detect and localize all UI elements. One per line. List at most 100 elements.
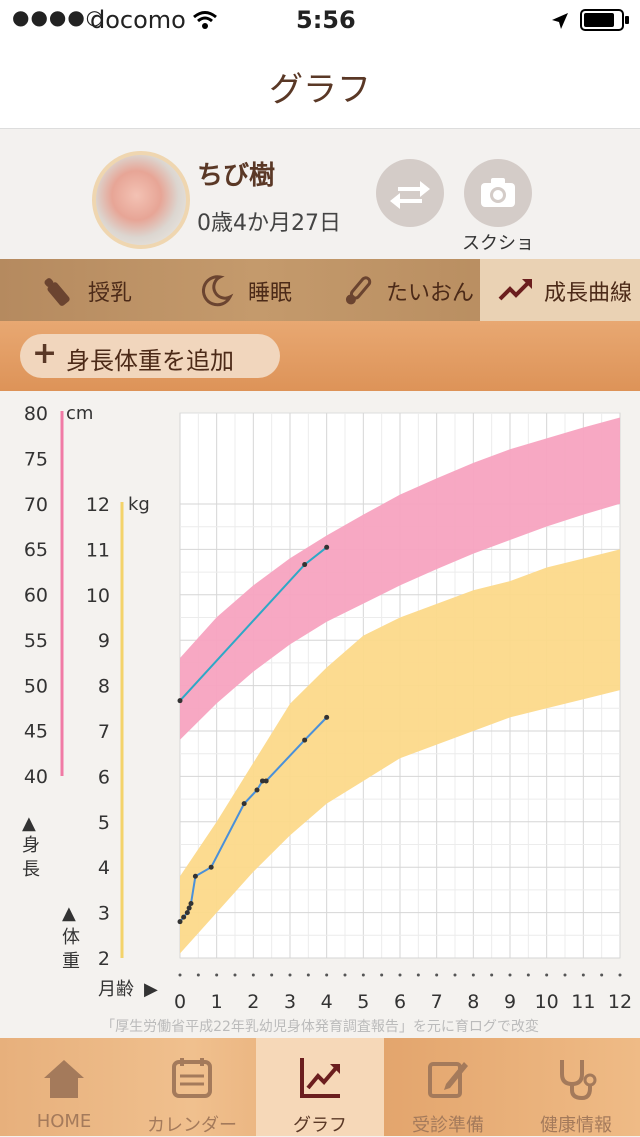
weight-unit: kg	[128, 494, 150, 515]
height-tick-label: 65	[24, 539, 48, 561]
month-tick-label: 6	[394, 991, 406, 1013]
tab-temperature[interactable]: たいおん	[320, 259, 480, 321]
month-tick-dot	[508, 973, 512, 977]
height-unit: cm	[66, 403, 93, 424]
weight-data-point	[241, 801, 247, 807]
month-tick-dot	[435, 973, 439, 977]
add-measurement-button[interactable]: + 身長体重を追加	[20, 334, 280, 378]
month-tick-label: 8	[467, 991, 479, 1013]
month-tick-dot	[416, 973, 420, 977]
weight-data-point	[208, 864, 214, 870]
weight-data-point	[184, 910, 190, 916]
height-axis-label-1: 身	[22, 835, 40, 856]
record-tabs: 授乳 睡眠 たいおん 成長曲線	[0, 259, 640, 321]
height-tick-label: 75	[24, 448, 48, 470]
add-measurement-label: 身長体重を追加	[66, 347, 234, 375]
height-tick-label: 80	[24, 403, 48, 425]
weight-tick-label: 3	[98, 903, 110, 925]
height-tick-label: 45	[24, 721, 48, 743]
bottle-icon	[44, 278, 70, 306]
month-tick-dot	[618, 973, 622, 977]
weight-tick-label: 7	[98, 721, 110, 743]
height-data-point	[302, 562, 308, 568]
weight-data-point	[263, 778, 269, 784]
tab-sleep[interactable]: 睡眠	[160, 259, 320, 321]
month-tick-label: 4	[321, 991, 333, 1013]
month-tick-dot	[526, 973, 530, 977]
month-tick-dot	[545, 973, 549, 977]
tabbar-health-info[interactable]: 健康情報	[512, 1038, 640, 1136]
month-tick-dot	[196, 973, 200, 977]
month-tick-label: 1	[211, 991, 223, 1013]
data-source-credit: 「厚生労働省平成22年乳幼児身体発育調査報告」を元に育ログで改変	[101, 1019, 539, 1035]
month-tick-label: 7	[431, 991, 443, 1013]
calendar-icon	[172, 1058, 212, 1098]
height-data-point	[177, 698, 183, 704]
growth-chart-svg: cm kg ▲ 身 長 ▲ 体 重 月齢 ▶ 80757065605550454…	[22, 403, 632, 1013]
month-tick-dot	[563, 973, 567, 977]
tabbar-graph[interactable]: グラフ	[256, 1038, 384, 1136]
weight-data-point	[254, 787, 260, 793]
weight-axis-label-1: 体	[62, 927, 80, 948]
month-tick-dot	[398, 973, 402, 977]
edit-icon	[428, 1062, 468, 1098]
height-tick-label: 40	[24, 766, 48, 788]
weight-axis-label-2: 重	[62, 951, 80, 972]
location-icon	[552, 13, 568, 29]
weight-tick-label: 10	[86, 585, 110, 607]
month-tick-label: 5	[357, 991, 369, 1013]
child-name: ちび樹	[197, 161, 276, 191]
status-bar: ●●●●○ docomo 5:56	[0, 0, 640, 40]
avatar[interactable]	[92, 151, 190, 249]
weight-tick-label: 9	[98, 630, 110, 652]
carrier-label: docomo	[90, 6, 186, 34]
weight-data-point	[181, 914, 187, 920]
moon-icon	[201, 275, 234, 307]
tab-sleep-label: 睡眠	[248, 281, 293, 306]
tab-temperature-label: たいおん	[386, 281, 475, 306]
tabbar-health-info-label: 健康情報	[540, 1115, 612, 1136]
weight-tick-label: 6	[98, 766, 110, 788]
tab-feeding-label: 授乳	[88, 281, 133, 306]
thermometer-icon	[345, 276, 372, 305]
camera-icon	[481, 178, 515, 207]
bottom-tab-bar: HOME カレンダー グラフ 受診準備 健康情報	[0, 1038, 640, 1136]
height-axis-label-2: 長	[22, 859, 40, 880]
swap-arrows-icon	[390, 181, 430, 209]
month-tick-dot	[306, 973, 310, 977]
tabbar-calendar[interactable]: カレンダー	[128, 1038, 256, 1136]
height-tick-label: 70	[24, 494, 48, 516]
navigation-bar: グラフ	[0, 40, 640, 129]
tabbar-home[interactable]: HOME	[0, 1038, 128, 1136]
month-tick-dot	[471, 973, 475, 977]
tabbar-home-label: HOME	[36, 1111, 92, 1132]
month-tick-dot	[325, 973, 329, 977]
clock: 5:56	[296, 6, 356, 34]
chart-icon	[300, 1058, 340, 1098]
tabbar-calendar-label: カレンダー	[147, 1115, 237, 1136]
switch-child-button[interactable]	[376, 159, 444, 227]
action-bar: + 身長体重を追加	[0, 321, 640, 391]
weight-data-point	[188, 901, 194, 907]
month-tick-dot	[178, 973, 182, 977]
weight-tick-label: 2	[98, 948, 110, 970]
page-title: グラフ	[269, 70, 371, 110]
height-tick-label: 50	[24, 675, 48, 697]
weight-tick-label: 12	[86, 494, 110, 516]
tab-feeding[interactable]: 授乳	[0, 259, 160, 321]
weight-tick-label: 5	[98, 812, 110, 834]
month-tick-dot	[361, 973, 365, 977]
x-axis-label: 月齢	[98, 979, 134, 1000]
screenshot-button[interactable]	[464, 159, 532, 227]
weight-data-point	[302, 737, 308, 743]
weight-data-point	[177, 919, 183, 925]
child-profile: ちび樹 0歳4か月27日 スクショ	[0, 129, 640, 259]
child-age: 0歳4か月27日	[197, 211, 341, 236]
battery-icon	[580, 9, 629, 31]
tab-growth-curve[interactable]: 成長曲線	[480, 259, 640, 321]
tabbar-visit-prep[interactable]: 受診準備	[384, 1038, 512, 1136]
weight-tick-label: 4	[98, 857, 110, 879]
month-tick-dot	[251, 973, 255, 977]
month-tick-label: 3	[284, 991, 296, 1013]
month-tick-dot	[343, 973, 347, 977]
